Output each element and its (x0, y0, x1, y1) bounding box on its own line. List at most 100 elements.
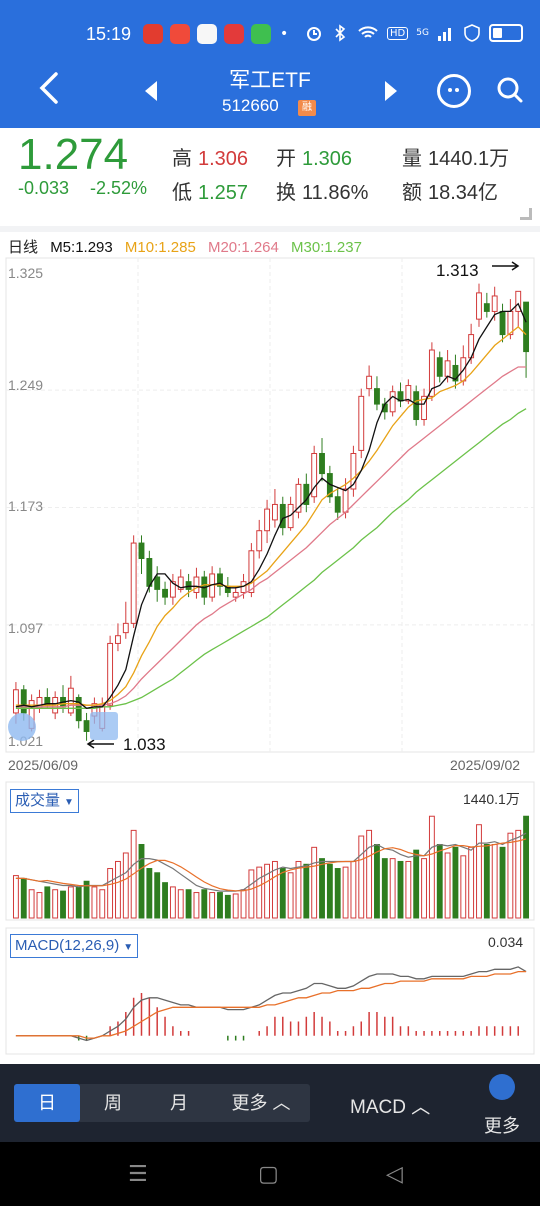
candle-body (405, 385, 412, 402)
volume-bar (499, 846, 506, 919)
volume-bar (523, 815, 530, 919)
more-menu-icon[interactable] (489, 1074, 515, 1100)
candle-body (12, 689, 19, 714)
candle-body (334, 496, 341, 513)
macd-indicator-select[interactable]: MACD(12,26,9) ▼ (10, 934, 139, 958)
tab-more[interactable]: 更多 ︿ (212, 1084, 310, 1122)
max-arrow-icon (492, 261, 520, 271)
candle-body (476, 292, 482, 320)
volume-bar (240, 889, 247, 919)
volume-bar (36, 892, 43, 919)
candle-body (483, 303, 490, 312)
more-menu-label[interactable]: 更多 (484, 1112, 520, 1138)
candle-body (75, 696, 82, 722)
tab-week[interactable]: 周 (80, 1084, 146, 1122)
volume-bar (60, 890, 66, 919)
candle-body (358, 395, 365, 451)
back-triangle-icon[interactable]: ◁ (386, 1162, 403, 1187)
macd-dea-line (15, 970, 527, 1039)
indicator-button-label: MACD (350, 1097, 406, 1118)
volume-max-label: 1440.1万 (463, 791, 520, 807)
tab-day[interactable]: 日 (14, 1084, 80, 1122)
candle-body (389, 391, 396, 413)
volume-bar (366, 829, 373, 919)
candle-body (436, 357, 443, 377)
y-tick-label: 1.097 (8, 620, 43, 636)
volume-bar (169, 886, 176, 919)
volume-bar (326, 863, 333, 919)
candle-body (138, 542, 145, 560)
volume-bar (185, 889, 192, 919)
chevron-up-icon: ︿ (411, 1097, 431, 1118)
y-tick-label: 1.249 (8, 377, 43, 393)
volume-bars (12, 815, 530, 919)
candle-body (279, 503, 286, 529)
volume-bar (374, 844, 380, 919)
candle-body (248, 550, 255, 593)
volume-bar (256, 866, 263, 919)
volume-bar (389, 858, 396, 919)
candle-body (319, 452, 325, 475)
candle-body (374, 388, 380, 405)
volume-bar (515, 829, 522, 919)
volume-indicator-select[interactable]: 成交量 ▼ (10, 789, 79, 813)
volume-bar (483, 844, 490, 919)
max-price-annotation: 1.313 (436, 261, 479, 280)
volume-bar (413, 849, 420, 919)
candle-body (185, 581, 192, 590)
candle-body (146, 558, 153, 587)
macd-dif-line (15, 966, 527, 1042)
volume-bar (75, 886, 82, 919)
tab-month[interactable]: 月 (146, 1084, 212, 1122)
volume-bar (162, 882, 168, 919)
volume-bar (52, 889, 59, 919)
min-price-annotation: 1.033 (123, 735, 166, 754)
ma30-line (15, 408, 527, 709)
candle-body (232, 591, 239, 598)
volume-bar (107, 868, 114, 919)
volume-bar (209, 892, 216, 919)
period-tabs: 日 周 月 更多 ︿ (14, 1084, 310, 1122)
volume-bar (44, 886, 51, 919)
ma10-line (15, 326, 527, 706)
candle-body (523, 301, 530, 353)
volume-bar (232, 893, 239, 919)
candle-body (154, 576, 161, 590)
volume-bar (452, 846, 459, 919)
candle-body (115, 635, 121, 644)
volume-bar (217, 892, 223, 919)
volume-bar (28, 889, 35, 919)
candle-body (342, 488, 349, 513)
macd-max-label: 0.034 (488, 934, 524, 950)
candle-body (122, 622, 129, 634)
candles-group (12, 283, 530, 741)
ma20-line (15, 366, 527, 708)
candle-body (271, 503, 278, 521)
menu-icon[interactable]: ☰ (128, 1162, 148, 1187)
system-nav-bar: ☰ ▢ ◁ (0, 1142, 540, 1206)
volume-bar (248, 869, 255, 919)
volume-bar (154, 872, 161, 919)
volume-bar (397, 860, 404, 919)
indicator-button[interactable]: MACD ︿ (350, 1092, 430, 1119)
volume-bar (468, 846, 475, 919)
chart-grid (5, 257, 535, 753)
candle-body (193, 576, 200, 593)
x-end-date: 2025/09/02 (450, 757, 520, 773)
volume-indicator-label: 成交量 (15, 792, 61, 809)
volume-bar (421, 858, 427, 919)
crosshair-toggle-icon[interactable] (8, 712, 118, 741)
volume-bar (319, 858, 325, 919)
bottom-toolbar: 日 周 月 更多 ︿ MACD ︿ 更多 (0, 1064, 540, 1149)
volume-bar (476, 824, 482, 919)
volume-bar (295, 860, 302, 919)
macd-indicator-label: MACD(12,26,9) (15, 937, 120, 954)
chevron-up-icon: ︿ (272, 1093, 291, 1113)
volume-bar (99, 889, 106, 919)
macd-histogram (77, 993, 519, 1041)
home-icon[interactable]: ▢ (258, 1162, 279, 1187)
volume-bar (115, 860, 121, 919)
chevron-down-icon: ▼ (123, 942, 134, 953)
kline-chart[interactable]: 1.325 1.249 1.173 1.097 1.021 1.313 1.03… (0, 0, 540, 1064)
volume-bar (20, 877, 27, 919)
